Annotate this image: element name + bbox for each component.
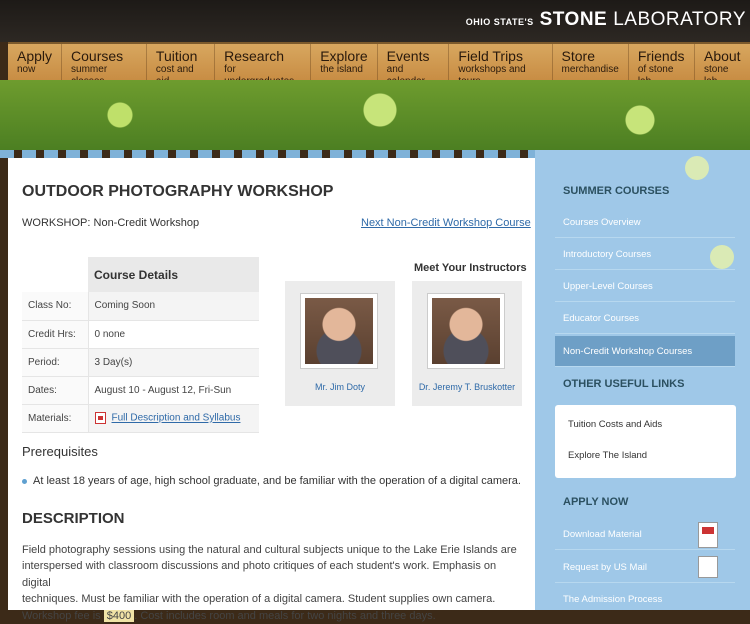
syllabus-link[interactable]: Full Description and Syllabus bbox=[112, 413, 241, 424]
nav-tuition[interactable]: Tuitioncost and aid bbox=[147, 44, 216, 87]
useful-links-box: Tuition Costs and Aids Explore The Islan… bbox=[555, 405, 736, 478]
pdf-download-icon bbox=[698, 522, 718, 548]
table-row: Dates: August 10 - August 12, Fri-Sun bbox=[22, 376, 259, 405]
sidebar-item-upper-level[interactable]: Upper-Level Courses bbox=[555, 271, 735, 302]
nav-courses[interactable]: Coursessummer classes bbox=[62, 44, 147, 87]
useful-links-heading: OTHER USEFUL LINKS bbox=[563, 378, 685, 390]
logo-name-rest: LABORATORY bbox=[613, 9, 746, 30]
site-logo[interactable]: OHIO STATE'S STONE LABORATORY bbox=[466, 9, 746, 31]
next-workshop-link[interactable]: Next Non-Credit Workshop Course bbox=[361, 217, 531, 229]
nav-explore[interactable]: Explore the island bbox=[311, 44, 378, 80]
table-row: Period: 3 Day(s) bbox=[22, 348, 259, 377]
nav-about[interactable]: Aboutstone lab bbox=[695, 44, 750, 88]
page-title: OUTDOOR PHOTOGRAPHY WORKSHOP bbox=[22, 183, 334, 200]
table-row: Credit Hrs: 0 none bbox=[22, 320, 259, 349]
table-row: Class No: Coming Soon bbox=[22, 292, 259, 321]
nav-events[interactable]: Eventsand calendar bbox=[378, 44, 450, 87]
pdf-icon bbox=[94, 412, 106, 424]
logo-name-bold: STONE bbox=[539, 9, 608, 30]
instructor-name-link[interactable]: Mr. Jim Doty bbox=[285, 382, 395, 392]
nav-apply[interactable]: Apply now bbox=[8, 44, 63, 80]
nav-store[interactable]: Store merchandise bbox=[553, 44, 629, 80]
nav-field-trips[interactable]: Field Tripsworkshops and tours bbox=[449, 44, 553, 87]
top-bar: OHIO STATE'S STONE LABORATORY bbox=[0, 0, 750, 42]
instructor-name-link[interactable]: Dr. Jeremy T. Bruskotter bbox=[412, 382, 522, 392]
instructor-card[interactable]: Mr. Jim Doty bbox=[285, 281, 395, 406]
apply-now-heading: APPLY NOW bbox=[563, 496, 629, 508]
sidebar-item-non-credit[interactable]: Non-Credit Workshop Courses bbox=[555, 336, 735, 367]
flower-decoration bbox=[685, 156, 709, 180]
banner-divider bbox=[0, 150, 535, 158]
prerequisites-heading: Prerequisites bbox=[22, 444, 98, 459]
table-row: Materials: Full Description and Syllabus bbox=[22, 404, 259, 433]
bullet-icon bbox=[22, 478, 27, 484]
nav-friends[interactable]: Friendsof stone lab bbox=[629, 44, 695, 87]
instructor-photo bbox=[300, 293, 378, 369]
decorative-banner bbox=[0, 80, 750, 150]
link-explore-island[interactable]: Explore The Island bbox=[568, 450, 647, 461]
sidebar-item-introductory[interactable]: Introductory Courses bbox=[555, 239, 735, 270]
link-tuition[interactable]: Tuition Costs and Aids bbox=[568, 419, 662, 430]
sidebar-item-courses-overview[interactable]: Courses Overview bbox=[555, 207, 735, 238]
workshop-type: WORKSHOP: Non-Credit Workshop bbox=[22, 217, 200, 229]
nav-research[interactable]: Researchfor undergraduates bbox=[215, 44, 312, 87]
sidebar-item-educator[interactable]: Educator Courses bbox=[555, 303, 735, 334]
description-text: Field photography sessions using the nat… bbox=[22, 544, 517, 622]
list-item: At least 18 years of age, high school gr… bbox=[22, 475, 521, 487]
description-heading: DESCRIPTION bbox=[22, 510, 125, 527]
instructor-card[interactable]: Dr. Jeremy T. Bruskotter bbox=[412, 281, 522, 406]
summer-courses-heading: SUMMER COURSES bbox=[563, 185, 670, 197]
course-details-table: Course Details Class No: Coming Soon Cre… bbox=[22, 257, 259, 433]
logo-prefix: OHIO STATE'S bbox=[465, 17, 534, 27]
fee-highlight: $400 bbox=[103, 609, 135, 622]
sidebar-item-admission[interactable]: The Admission Process bbox=[555, 584, 735, 615]
main-nav: Applynow Coursessummer classes Tuitionco… bbox=[8, 42, 750, 88]
mail-icon bbox=[698, 556, 718, 578]
course-details-header: Course Details bbox=[88, 257, 259, 292]
instructors-heading: Meet Your Instructors bbox=[414, 262, 527, 274]
sidebar: SUMMER COURSES Courses Overview Introduc… bbox=[535, 150, 750, 610]
instructor-photo bbox=[427, 293, 505, 369]
main-content: OUTDOOR PHOTOGRAPHY WORKSHOP WORKSHOP: N… bbox=[8, 158, 535, 622]
